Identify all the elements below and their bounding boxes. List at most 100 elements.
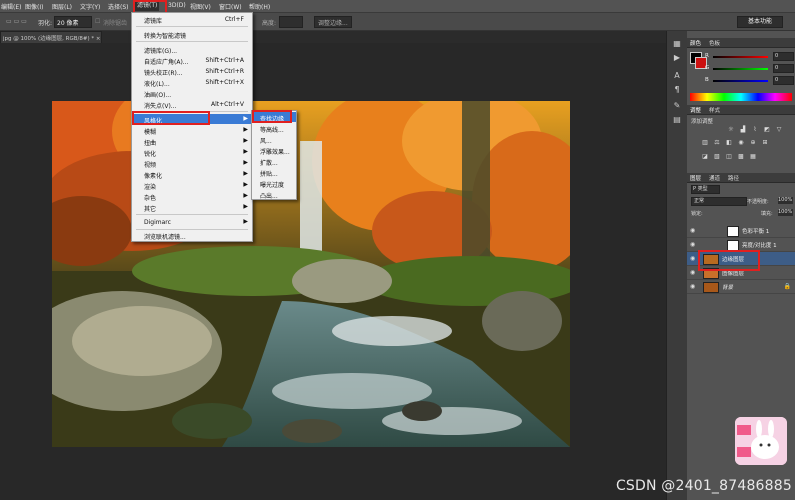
layer-thumb xyxy=(703,282,719,293)
visibility-eye-icon[interactable]: ◉ xyxy=(690,269,695,276)
color-spectrum-ramp[interactable] xyxy=(690,93,792,101)
filter-menu-item-video[interactable]: 视频 ▶ xyxy=(132,158,252,169)
filter-menu-item-lens-correction[interactable]: 镜头校正(R)... Shift+Ctrl+R xyxy=(132,66,252,77)
invert-adjust-icon[interactable]: ◪ xyxy=(701,153,709,160)
filter-menu-item-adaptive-wide[interactable]: 自适应广角(A)... Shift+Ctrl+A xyxy=(132,55,252,66)
filter-menu-item-digimarc[interactable]: Digimarc ▶ xyxy=(132,217,252,227)
filter-menu-item-browse-online[interactable]: 浏览联机滤镜... xyxy=(132,230,252,241)
color-slider-b[interactable]: B 0 xyxy=(705,76,794,85)
tab-paths[interactable]: 路径 xyxy=(728,174,739,182)
filter-menu-item-noise[interactable]: 杂色 ▶ xyxy=(132,191,252,202)
filter-menu-item-gallery[interactable]: 滤镜库(G)... xyxy=(132,44,252,55)
stylize-item-diffuse[interactable]: 扩散... xyxy=(252,156,296,167)
color-slider-g[interactable]: G 0 xyxy=(705,64,794,73)
character-icon[interactable]: A xyxy=(671,71,683,81)
tab-styles[interactable]: 样式 xyxy=(709,106,720,114)
annotation-edge-layer xyxy=(698,250,760,271)
gradient-map-icon[interactable]: ▦ xyxy=(749,153,757,160)
tool-preset-icon[interactable]: ▭ ▭ ▭ xyxy=(6,18,27,25)
feather-input[interactable]: 20 像素 xyxy=(54,16,92,28)
curves-adjust-icon[interactable]: ⌇ xyxy=(751,126,759,133)
visibility-eye-icon[interactable]: ◉ xyxy=(690,255,695,262)
stylize-item-solarize[interactable]: 曝光过度 xyxy=(252,178,296,189)
submenu-arrow-icon: ▶ xyxy=(243,218,248,225)
filter-menu-item-render[interactable]: 渲染 ▶ xyxy=(132,180,252,191)
layer-kind-filter[interactable]: P 类型 xyxy=(691,185,720,194)
submenu-arrow-icon: ▶ xyxy=(243,137,248,144)
color-balance-icon[interactable]: ◧ xyxy=(725,139,733,146)
filter-menu-item-last-filter[interactable]: 滤镜库 Ctrl+F xyxy=(132,14,252,25)
hue-adjust-icon[interactable]: ⚖ xyxy=(713,139,721,146)
tool-presets-icon[interactable]: ▤ xyxy=(671,115,683,125)
menu-separator xyxy=(136,26,248,27)
levels-adjust-icon[interactable]: ▟ xyxy=(739,126,747,133)
bw-adjust-icon[interactable]: ◉ xyxy=(737,139,745,146)
posterize-adjust-icon[interactable]: ▧ xyxy=(713,153,721,160)
filter-menu-item-vanishing-point[interactable]: 消失点(V)... Alt+Ctrl+V xyxy=(132,99,252,110)
exposure-adjust-icon[interactable]: ◩ xyxy=(763,126,771,133)
layer-row-background[interactable]: ◉ 背景 🔒 xyxy=(687,280,795,294)
channel-mixer-icon[interactable]: ⊞ xyxy=(761,139,769,146)
selective-color-icon[interactable]: ▩ xyxy=(737,153,745,160)
stylize-item-wind[interactable]: 风... xyxy=(252,134,296,145)
filter-menu-item-pixelate[interactable]: 像素化 ▶ xyxy=(132,169,252,180)
tab-adjustments[interactable]: 调整 xyxy=(690,106,701,114)
filter-menu-item-oil-paint[interactable]: 油画(O)... xyxy=(132,88,252,99)
b-value[interactable]: 0 xyxy=(773,76,794,85)
g-value[interactable]: 0 xyxy=(773,64,794,73)
menu-help[interactable]: 帮助(H) xyxy=(249,2,270,11)
stylize-item-tiles[interactable]: 拼贴... xyxy=(252,167,296,178)
vibrance-adjust-icon[interactable]: ▥ xyxy=(701,139,709,146)
lock-label: 锁定: xyxy=(691,211,703,217)
stylize-item-extrude[interactable]: 凸出... xyxy=(252,189,296,200)
filter-menu-item-distort[interactable]: 扭曲 ▶ xyxy=(132,136,252,147)
height-input[interactable] xyxy=(279,16,303,28)
menu-type[interactable]: 文字(Y) xyxy=(80,2,100,11)
tab-color[interactable]: 颜色 xyxy=(690,39,701,47)
paragraph-icon[interactable]: ¶ xyxy=(671,85,683,95)
layer-row-color-balance[interactable]: ◉ 色彩平衡 1 xyxy=(687,224,795,238)
submenu-arrow-icon: ▶ xyxy=(243,192,248,199)
visibility-eye-icon[interactable]: ◉ xyxy=(690,283,695,290)
filter-menu-item-sharpen[interactable]: 锐化 ▶ xyxy=(132,147,252,158)
actions-icon[interactable]: ▶ xyxy=(671,53,683,63)
filter-menu-item-blur[interactable]: 模糊 ▶ xyxy=(132,125,252,136)
workspace-preset-select[interactable]: 基本功能 xyxy=(737,16,783,28)
stylize-submenu: 查找边缘 等高线... 风... 浮雕效果... 扩散... 拼贴... 曝光过… xyxy=(251,110,297,200)
tab-channels[interactable]: 通道 xyxy=(709,174,720,182)
tab-swatches[interactable]: 色板 xyxy=(709,39,720,47)
threshold-adjust-icon[interactable]: ◫ xyxy=(725,153,733,160)
opacity-input[interactable]: 100% xyxy=(778,197,793,204)
photo-filter-icon[interactable]: ⊕ xyxy=(749,139,757,146)
feather-label: 羽化: xyxy=(38,20,53,27)
visibility-eye-icon[interactable]: ◉ xyxy=(690,241,695,248)
menu-separator xyxy=(136,214,248,215)
history-icon[interactable]: ▦ xyxy=(671,39,683,49)
menu-3d[interactable]: 3D(D) xyxy=(168,2,186,9)
blend-mode-select[interactable]: 正常 xyxy=(691,197,747,206)
visibility-eye-icon[interactable]: ◉ xyxy=(690,227,695,234)
menu-layer[interactable]: 图层(L) xyxy=(52,2,72,11)
filter-menu-item-other[interactable]: 其它 ▶ xyxy=(132,202,252,213)
layer-mask-thumb xyxy=(727,226,739,237)
stylize-item-contour[interactable]: 等高线... xyxy=(252,123,296,134)
r-value[interactable]: 0 xyxy=(773,52,794,61)
antialias-checkbox[interactable]: ☐ xyxy=(95,18,100,25)
color-slider-r[interactable]: R 0 xyxy=(705,52,794,61)
menu-view[interactable]: 视图(V) xyxy=(190,2,211,11)
canvas-image[interactable] xyxy=(52,101,570,447)
filter-menu-item-smart-filter[interactable]: 转换为智能滤镜 xyxy=(132,29,252,40)
menu-edit[interactable]: 编辑(E) xyxy=(1,2,21,11)
menu-window[interactable]: 窗口(W) xyxy=(219,2,242,11)
gradient-adjust-icon[interactable]: ▽ xyxy=(775,126,783,133)
menu-image[interactable]: 图像(I) xyxy=(25,2,43,11)
menu-select[interactable]: 选择(S) xyxy=(108,2,129,11)
fill-input[interactable]: 100% xyxy=(778,209,793,216)
tab-layers[interactable]: 图层 xyxy=(690,174,701,182)
brush-icon[interactable]: ✎ xyxy=(671,101,683,111)
filter-menu-item-liquify[interactable]: 液化(L)... Shift+Ctrl+X xyxy=(132,77,252,88)
stylize-item-emboss[interactable]: 浮雕效果... xyxy=(252,145,296,156)
brightness-adjust-icon[interactable]: ☼ xyxy=(727,126,735,133)
refine-edge-button[interactable]: 调整边缘... xyxy=(314,16,352,28)
annotation-find-edges xyxy=(252,110,292,123)
